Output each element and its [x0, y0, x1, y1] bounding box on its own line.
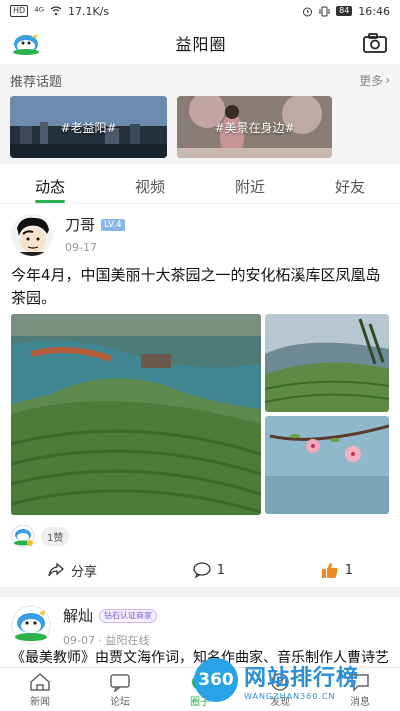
tab-video[interactable]: 视频: [129, 176, 171, 197]
alarm-icon: [303, 7, 313, 16]
liker-avatar[interactable]: [11, 524, 35, 548]
message-icon: [351, 674, 369, 692]
bottom-navigation: 新闻 论坛 圈子 发现 消息: [0, 667, 400, 711]
level-badge: LV.4: [101, 218, 125, 231]
app-logo-icon[interactable]: [12, 31, 40, 55]
post-time: 09-07 · 益阳在线: [63, 634, 150, 647]
wifi-icon: [50, 6, 62, 16]
certified-merchant-badge: 钻石认证商家: [99, 608, 158, 623]
network-speed: 17.1K/s: [67, 4, 110, 18]
topic-label: #美景在身边#: [214, 120, 295, 135]
signal-icon: ⁴ᴳ: [34, 4, 44, 18]
page-title: 益阳圈: [175, 35, 227, 54]
discover-icon: [271, 673, 289, 691]
photo-peach-blossom[interactable]: [265, 416, 389, 514]
nav-label: 圈子: [190, 697, 210, 708]
cartoon-face-image: [11, 214, 53, 256]
circle-icon: [192, 674, 208, 690]
comment-button[interactable]: 1: [193, 562, 225, 578]
nav-circle[interactable]: 圈子: [170, 672, 230, 708]
forum-icon: [110, 674, 130, 692]
comment-icon: [193, 562, 211, 578]
share-button[interactable]: 分享: [47, 561, 97, 580]
photo-tea-garden-lake[interactable]: [11, 314, 261, 515]
post-text: 今年4月，中国美丽十大茶园之一的安化柘溪库区凤凰岛茶园。: [11, 266, 381, 307]
section-divider: [0, 587, 400, 597]
home-icon: [30, 672, 50, 691]
nav-news[interactable]: 新闻: [10, 672, 70, 708]
hd-badge: HD: [10, 5, 29, 17]
app-header: 益阳圈: [0, 22, 400, 64]
topics-heading: 推荐话题: [10, 74, 63, 90]
nav-label: 新闻: [30, 697, 50, 708]
tab-nearby[interactable]: 附近: [229, 176, 271, 197]
feed-tabs: 动态 视频 附近 好友: [0, 164, 400, 204]
tab-feed[interactable]: 动态: [29, 176, 71, 203]
more-topics-link[interactable]: 更多 ›: [359, 72, 390, 89]
camera-icon[interactable]: [362, 32, 388, 54]
tea-garden-lake-image: [11, 314, 261, 515]
nav-label: 发现: [270, 697, 290, 708]
vibrate-icon: [319, 6, 330, 16]
recommended-topics: 推荐话题 更多 › #老益阳# #美景在身边#: [0, 64, 400, 164]
likes-row: 1赞: [11, 519, 389, 553]
nav-discover[interactable]: 发现: [250, 672, 310, 708]
nav-forum[interactable]: 论坛: [90, 672, 150, 708]
battery-indicator: 84: [336, 6, 353, 16]
like-count: 1: [344, 562, 353, 578]
comment-count: 1: [216, 562, 225, 578]
post-actions: 分享 1 1: [11, 553, 389, 587]
nav-label: 论坛: [110, 697, 130, 708]
like-button[interactable]: 1: [321, 562, 353, 579]
nav-messages[interactable]: 消息: [330, 672, 390, 708]
topic-card-old-yiyang[interactable]: #老益阳#: [10, 96, 167, 158]
tab-friends[interactable]: 好友: [329, 176, 371, 197]
username[interactable]: 解灿: [63, 605, 93, 626]
more-label: 更多: [359, 73, 384, 88]
avatar[interactable]: [11, 214, 53, 256]
status-bar: HD ⁴ᴳ 17.1K/s 84 16:46: [0, 0, 400, 22]
peach-blossom-image: [265, 416, 389, 514]
chevron-right-icon: ›: [385, 73, 390, 87]
tea-hills-image: [265, 314, 389, 412]
avatar[interactable]: [11, 605, 51, 645]
photo-tea-hills[interactable]: [265, 314, 389, 412]
share-icon: [48, 562, 65, 577]
topic-card-scenery[interactable]: #美景在身边#: [177, 96, 332, 158]
topic-label: #老益阳#: [60, 120, 117, 135]
clock: 16:46: [358, 4, 390, 18]
like-count-pill[interactable]: 1赞: [41, 526, 70, 546]
share-label: 分享: [71, 564, 98, 580]
post-card[interactable]: 刀哥 LV.4 09-17 今年4月，中国美丽十大茶园之一的安化柘溪库区凤凰岛茶…: [0, 204, 400, 587]
post-time: 09-17: [65, 241, 97, 254]
nav-label: 消息: [350, 697, 370, 708]
thumbs-up-icon: [321, 562, 338, 578]
username[interactable]: 刀哥: [65, 214, 95, 235]
post-card[interactable]: 解灿 钻石认证商家 09-07 · 益阳在线: [0, 597, 400, 647]
post-photos: [11, 314, 389, 515]
